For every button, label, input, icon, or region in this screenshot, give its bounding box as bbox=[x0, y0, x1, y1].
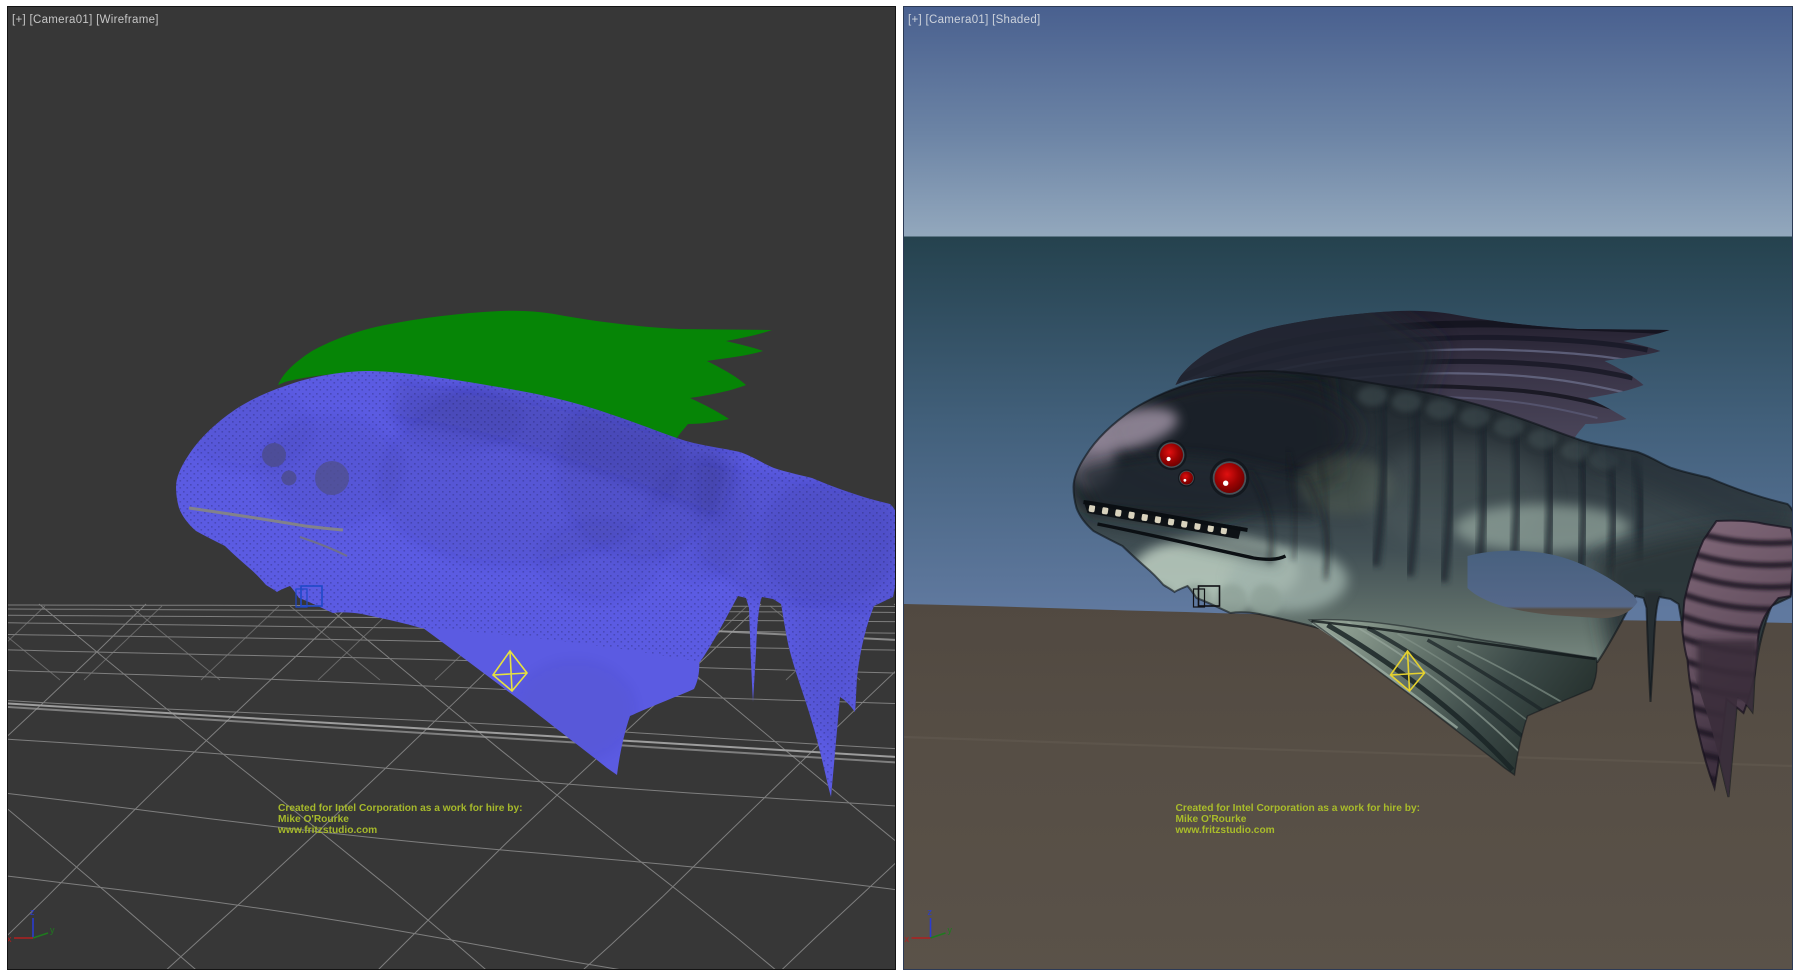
svg-text:y: y bbox=[50, 925, 55, 935]
svg-text:z: z bbox=[30, 907, 35, 917]
svg-text:[+] [Camera01] [Shaded]: [+] [Camera01] [Shaded] bbox=[908, 14, 1041, 26]
svg-text:www.fritzstudio.com: www.fritzstudio.com bbox=[1175, 825, 1275, 836]
svg-text:y: y bbox=[948, 925, 953, 935]
svg-text:z: z bbox=[928, 907, 933, 917]
svg-text:x: x bbox=[8, 934, 12, 944]
svg-text:Mike O'Rourke: Mike O'Rourke bbox=[278, 814, 349, 825]
svg-text:Mike O'Rourke: Mike O'Rourke bbox=[1176, 814, 1247, 825]
svg-text:x: x bbox=[905, 934, 910, 944]
svg-text:Created for Intel Corporation: Created for Intel Corporation as a work … bbox=[278, 803, 523, 814]
svg-text:www.fritzstudio.com: www.fritzstudio.com bbox=[277, 825, 377, 836]
svg-text:Created for Intel Corporation: Created for Intel Corporation as a work … bbox=[1176, 803, 1421, 814]
svg-text:[+] [Camera01] [Wireframe]: [+] [Camera01] [Wireframe] bbox=[12, 14, 159, 26]
